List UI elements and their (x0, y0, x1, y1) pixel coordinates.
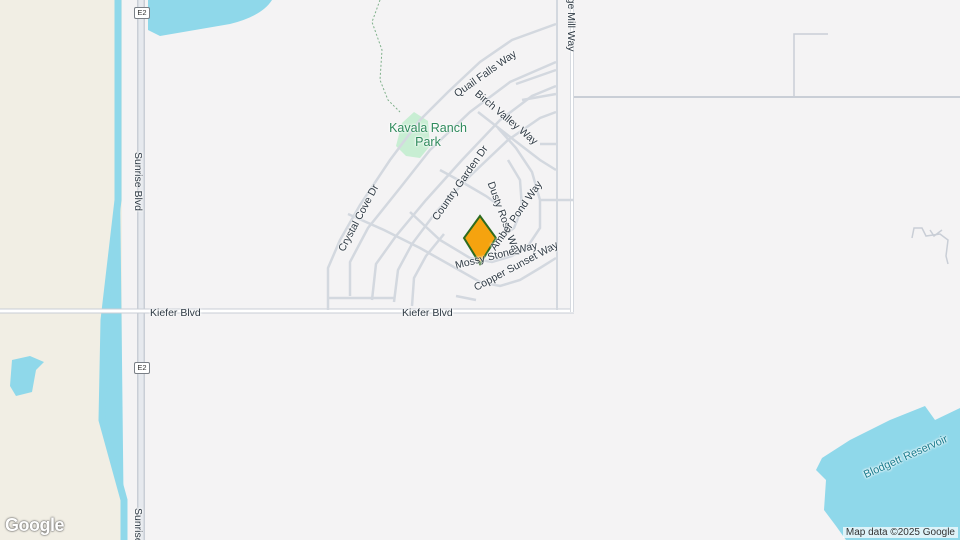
trail-path (371, 0, 401, 113)
map-attribution[interactable]: Map data ©2025 Google (842, 527, 958, 538)
park-label[interactable]: Kavala Ranch Park (383, 121, 473, 149)
blodgett-reservoir-water (816, 406, 960, 540)
farmland-area (0, 0, 122, 540)
residential-street (521, 92, 557, 102)
east-road (793, 33, 828, 97)
residential-street (455, 294, 477, 302)
residential-street (410, 233, 445, 307)
east-road (911, 227, 949, 265)
pond-north-water (148, 0, 272, 36)
road-label-kiefer-blvd: Kiefer Blvd (150, 307, 201, 319)
google-logo[interactable]: Google (5, 515, 65, 536)
route-shield-icon: E2 (134, 362, 150, 374)
map-canvas[interactable]: E2 E2 Kavala Ranch Park Sunrise Blvd Sun… (0, 0, 960, 540)
route-shield-icon: E2 (134, 7, 150, 19)
road-label-sunrise-blvd: Sunrise Blvd (132, 152, 144, 211)
road-label-village-mill-way: Village Mill Way (565, 0, 577, 52)
road-label-sunrise-blvd: Sunrise B (132, 508, 144, 540)
road-label-kiefer-blvd: Kiefer Blvd (402, 307, 453, 319)
subdivision-roads (326, 22, 574, 310)
